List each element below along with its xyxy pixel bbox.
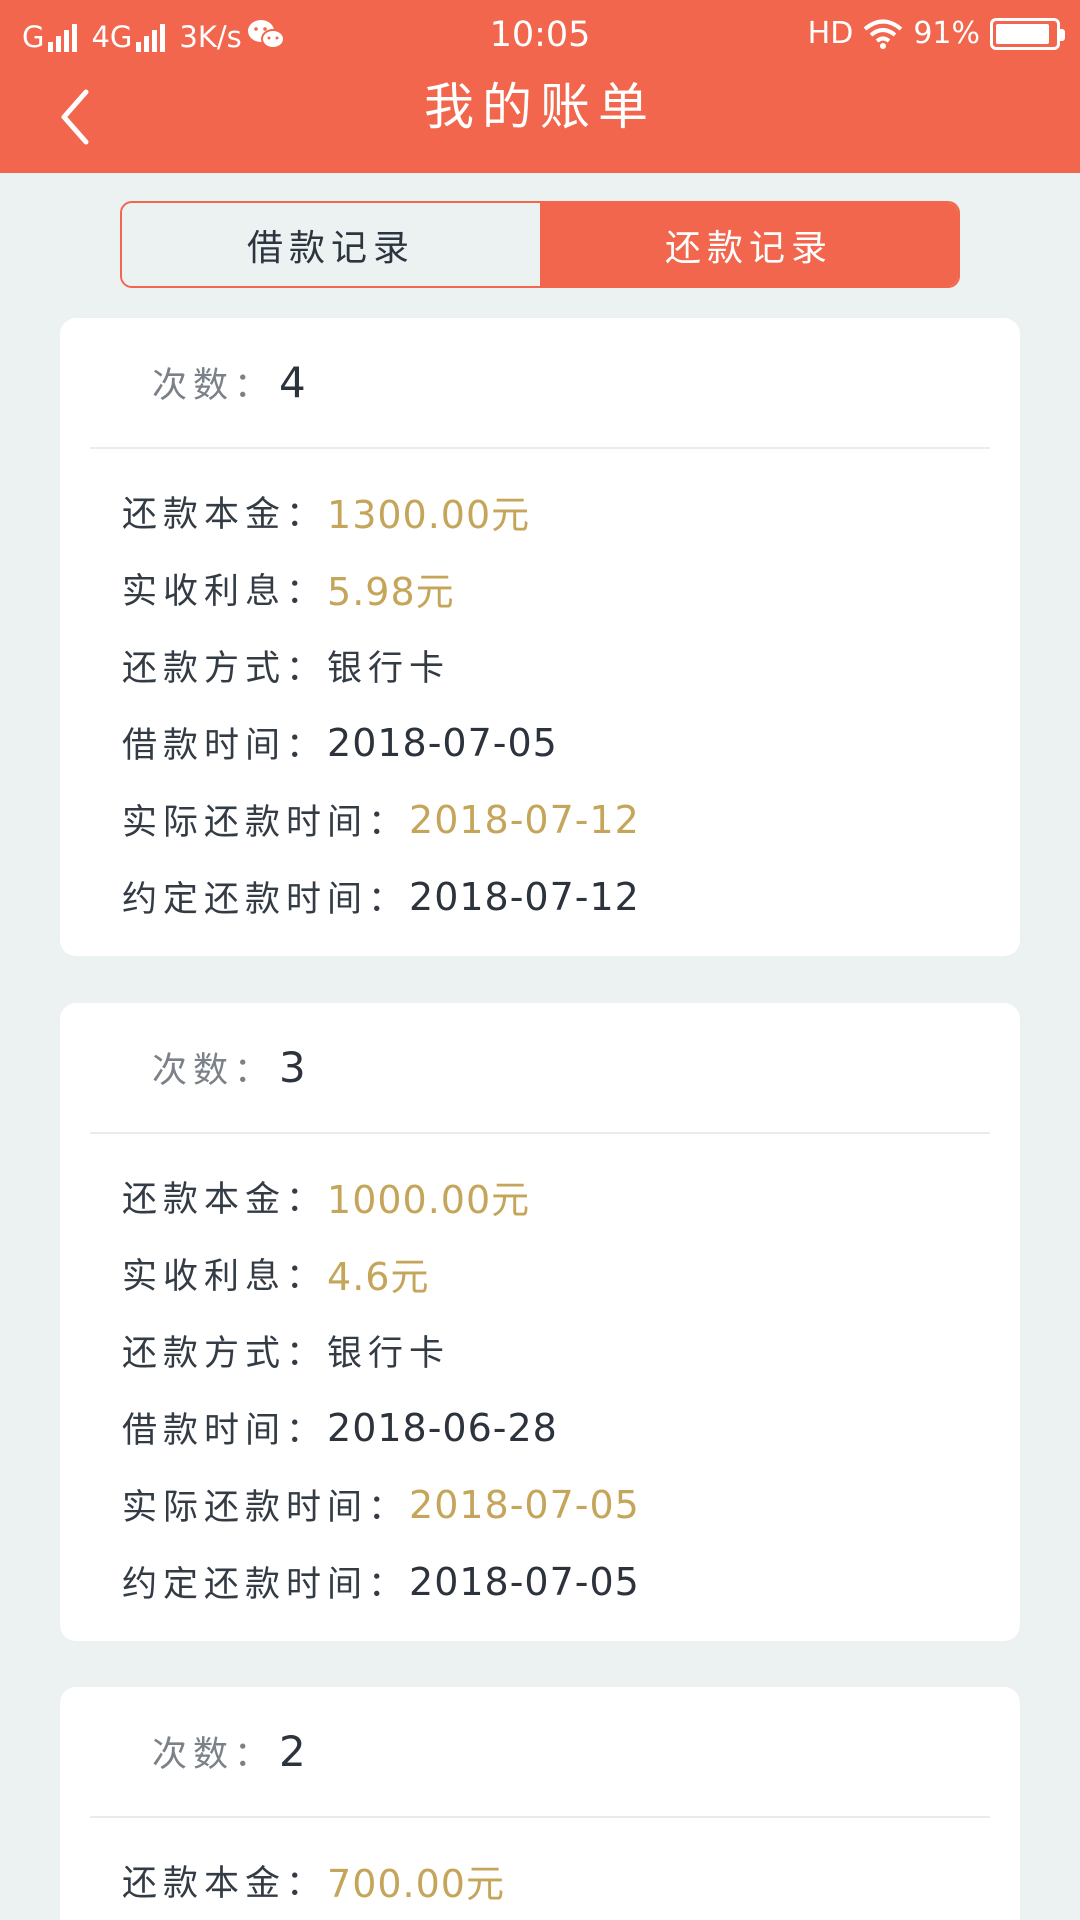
due-time-row: 约定还款时间： 2018-07-12 bbox=[122, 858, 640, 935]
borrow-time-row: 借款时间： 2018-06-28 bbox=[122, 1389, 640, 1466]
status-right: HD 91% bbox=[807, 16, 1065, 51]
status-bar: G 4G 3K/s 10:05 HD 91% bbox=[0, 0, 1080, 70]
principal-row: 还款本金： 1300.00元 bbox=[122, 473, 640, 550]
interest-value: 4.6元 bbox=[327, 1255, 430, 1299]
record-tabs: 借款记录 还款记录 bbox=[120, 201, 960, 288]
repayment-card: 次数： 4 还款本金： 1300.00元 实收利息： 5.98元 还款方式： 银… bbox=[60, 318, 1020, 956]
method-label: 还款方式： bbox=[122, 649, 328, 689]
principal-row: 还款本金： 700.00元 bbox=[122, 1842, 505, 1919]
tab-repay-records[interactable]: 还款记录 bbox=[540, 203, 958, 286]
principal-label: 还款本金： bbox=[122, 1180, 328, 1220]
repayment-card: 次数： 2 还款本金： 700.00元 bbox=[60, 1687, 1020, 1920]
borrow-time-value: 2018-06-28 bbox=[327, 1405, 558, 1450]
card-header: 次数： 2 bbox=[90, 1687, 990, 1818]
due-time-row: 约定还款时间： 2018-07-05 bbox=[122, 1543, 640, 1620]
top-bar: G 4G 3K/s 10:05 HD 91% 我的账单 bbox=[0, 0, 1080, 173]
count-label: 次数： bbox=[152, 1051, 276, 1091]
principal-value: 1000.00元 bbox=[327, 1178, 531, 1222]
actual-time-value: 2018-07-05 bbox=[409, 1482, 640, 1527]
actual-time-label: 实际还款时间： bbox=[122, 1488, 410, 1528]
interest-row: 实收利息： 5.98元 bbox=[122, 550, 640, 627]
method-row: 还款方式： 银行卡 bbox=[122, 627, 640, 704]
repayment-card: 次数： 3 还款本金： 1000.00元 实收利息： 4.6元 还款方式： 银行… bbox=[60, 1003, 1020, 1641]
battery-icon bbox=[990, 17, 1065, 50]
interest-row: 实收利息： 4.6元 bbox=[122, 1235, 640, 1312]
count-label: 次数： bbox=[152, 1735, 276, 1775]
method-label: 还款方式： bbox=[122, 1334, 328, 1374]
principal-label: 还款本金： bbox=[122, 495, 328, 535]
count-value: 2 bbox=[279, 1727, 306, 1776]
card-header: 次数： 3 bbox=[90, 1003, 990, 1134]
count-value: 3 bbox=[279, 1043, 306, 1092]
actual-time-value: 2018-07-12 bbox=[409, 797, 640, 842]
due-time-label: 约定还款时间： bbox=[122, 880, 410, 920]
actual-time-row: 实际还款时间： 2018-07-12 bbox=[122, 781, 640, 858]
method-value: 银行卡 bbox=[327, 649, 451, 689]
interest-value: 5.98元 bbox=[327, 570, 455, 614]
card-header: 次数： 4 bbox=[90, 318, 990, 449]
actual-time-row: 实际还款时间： 2018-07-05 bbox=[122, 1466, 640, 1543]
principal-value: 700.00元 bbox=[327, 1862, 505, 1906]
borrow-time-row: 借款时间： 2018-07-05 bbox=[122, 704, 640, 781]
due-time-label: 约定还款时间： bbox=[122, 1565, 410, 1605]
page-title: 我的账单 bbox=[424, 78, 656, 136]
principal-label: 还款本金： bbox=[122, 1864, 328, 1904]
count-label: 次数： bbox=[152, 366, 276, 406]
due-time-value: 2018-07-05 bbox=[409, 1559, 640, 1604]
count-value: 4 bbox=[279, 358, 306, 407]
method-row: 还款方式： 银行卡 bbox=[122, 1312, 640, 1389]
interest-label: 实收利息： bbox=[122, 572, 328, 612]
hd-label: HD bbox=[807, 16, 854, 51]
battery-percent: 91% bbox=[913, 16, 980, 51]
borrow-time-label: 借款时间： bbox=[122, 1411, 328, 1451]
method-value: 银行卡 bbox=[327, 1334, 451, 1374]
actual-time-label: 实际还款时间： bbox=[122, 803, 410, 843]
due-time-value: 2018-07-12 bbox=[409, 874, 640, 919]
principal-row: 还款本金： 1000.00元 bbox=[122, 1158, 640, 1235]
wifi-icon bbox=[864, 19, 903, 49]
borrow-time-label: 借款时间： bbox=[122, 726, 328, 766]
interest-label: 实收利息： bbox=[122, 1257, 328, 1297]
tab-borrow-records[interactable]: 借款记录 bbox=[122, 203, 540, 286]
borrow-time-value: 2018-07-05 bbox=[327, 720, 558, 765]
principal-value: 1300.00元 bbox=[327, 493, 531, 537]
